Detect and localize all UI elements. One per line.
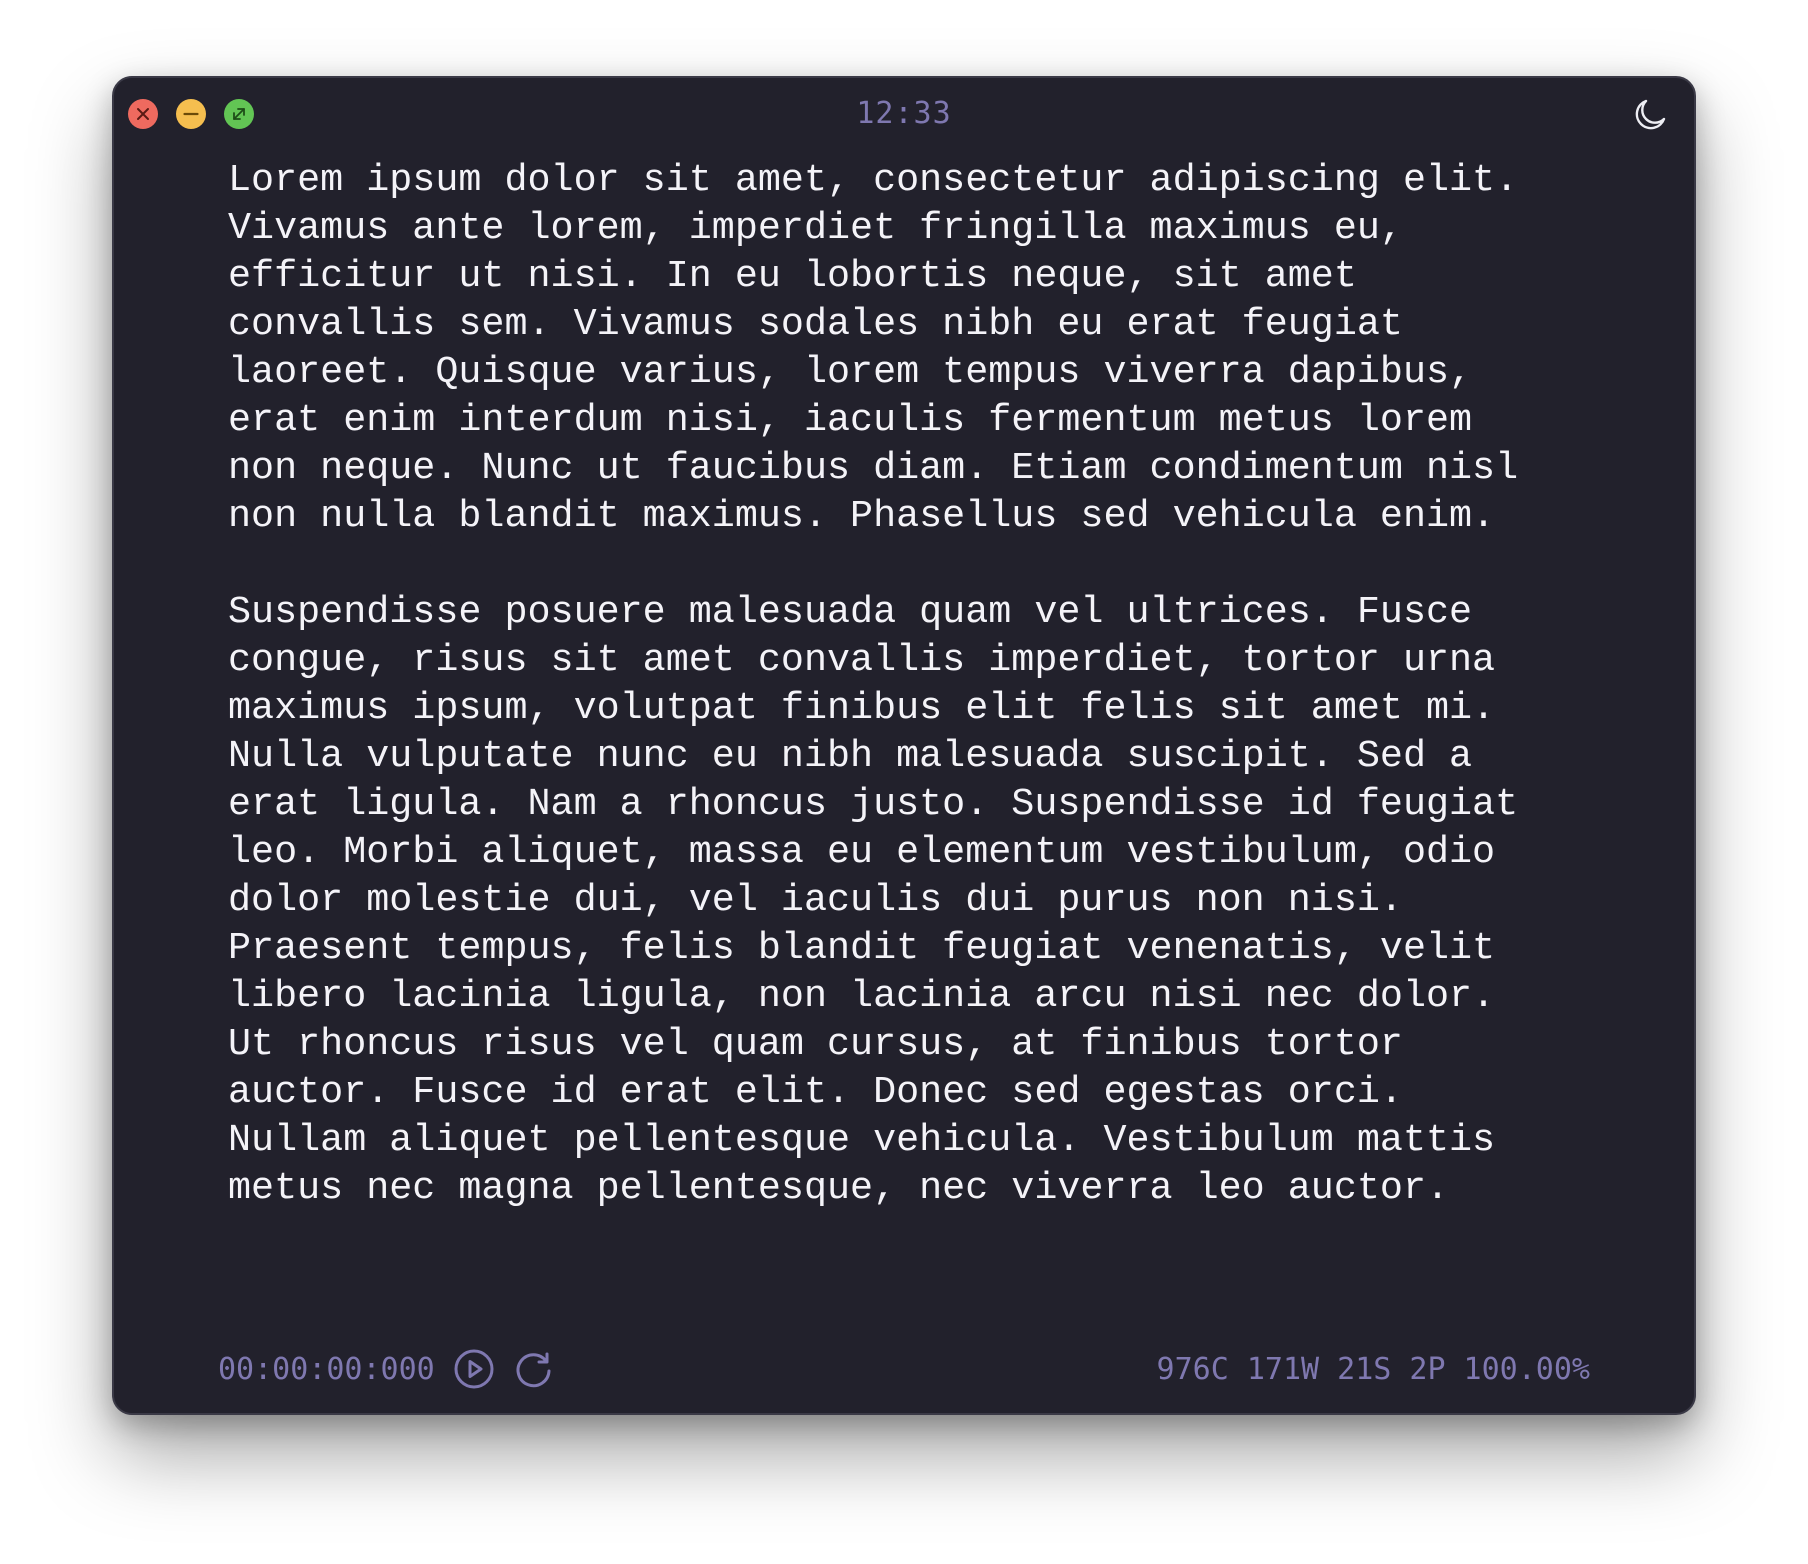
status-bar: 00:00:00:000 976C 171W 21S 2P 100.00% (218, 1345, 1590, 1393)
paragraph: Suspendisse posuere malesuada quam vel u… (228, 590, 1519, 1210)
document-stats: 976C 171W 21S 2P 100.00% (1156, 1351, 1590, 1387)
document-body[interactable]: Lorem ipsum dolor sit amet, consectetur … (228, 156, 1548, 1260)
play-icon[interactable] (453, 1348, 495, 1390)
timer-display: 00:00:00:000 (218, 1351, 435, 1387)
window-title: 12:33 (856, 96, 952, 131)
timer-controls: 00:00:00:000 (218, 1348, 555, 1390)
reset-icon[interactable] (513, 1348, 555, 1390)
paragraph: Lorem ipsum dolor sit amet, consectetur … (228, 158, 1519, 538)
editor-window: 12:33 Lorem ipsum dolor sit amet, consec… (112, 76, 1696, 1415)
moon-icon[interactable] (1632, 97, 1668, 133)
